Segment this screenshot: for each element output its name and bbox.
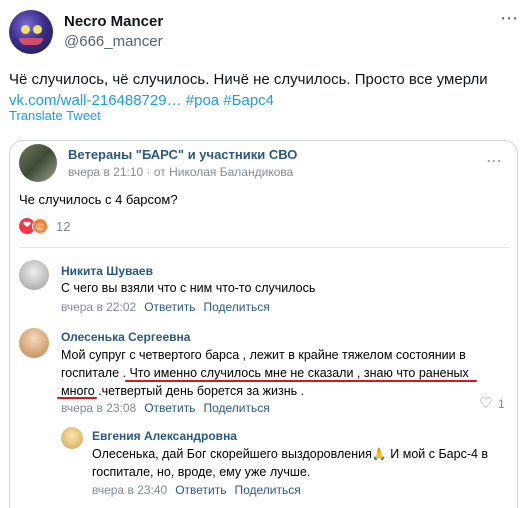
like-heart-icon: ♡ (479, 395, 493, 412)
tweet-text-line: Чё случилось, чё случилось. Ничё не случ… (9, 71, 488, 88)
red-underline (125, 380, 477, 382)
comment-text-line: Мой супруг с четвертого барса , лежит в … (61, 348, 466, 362)
comment-text-line: Олесенька, дай Бог скорейшего выздоровле… (92, 447, 489, 461)
group-name: Ветераны "БАРС" и участники СВО (68, 147, 298, 162)
more-options-icon[interactable]: ⋯ (500, 8, 519, 29)
comment-time: вчера в 23:08 (61, 401, 137, 415)
post-text: Че случилось с 4 барсом? (19, 192, 178, 207)
comment-avatar (61, 427, 83, 449)
praying-hands-icon: 🙏 (371, 447, 387, 461)
author-avatar[interactable] (9, 10, 53, 54)
comment-time: вчера в 23:40 (92, 483, 168, 497)
comment-meta: вчера в 22:02 Ответить Поделиться (61, 300, 270, 314)
share-label: Поделиться (203, 401, 270, 415)
author-name[interactable]: Necro Mancer (64, 13, 163, 30)
embedded-image[interactable]: Ветераны "БАРС" и участники СВО вчера в … (9, 140, 518, 508)
reply-label: Ответить (175, 483, 227, 497)
tweet-hashtags[interactable]: #роа #Барс4 (186, 92, 274, 109)
avatar-eye-right (33, 25, 42, 34)
comment-author: Никита Шуваев (61, 264, 153, 278)
comment-avatar (19, 260, 49, 290)
group-avatar (19, 144, 57, 182)
comment-author: Евгения Александровна (92, 429, 237, 443)
group-post-meta: вчера в 21:10 · от Николая Баландикова (68, 165, 294, 179)
reply-label: Ответить (144, 300, 196, 314)
post-more-icon: ⋯ (486, 153, 503, 170)
comment-text-line: много .четвертый день борется за жизнь . (61, 384, 305, 398)
red-underline (57, 397, 97, 399)
reply-label: Ответить (144, 401, 196, 415)
comment-meta: вчера в 23:08 Ответить Поделиться (61, 401, 270, 415)
avatar-mouth (19, 38, 43, 45)
tweet-link[interactable]: vk.com/wall-216488729… (9, 92, 182, 109)
angry-reaction-icon: 😡 (32, 218, 48, 234)
avatar-eye-left (21, 25, 30, 34)
comment-author: Олесенька Сергеевна (61, 330, 191, 344)
author-handle[interactable]: @666_mancer (64, 33, 163, 50)
comment-time: вчера в 22:02 (61, 300, 137, 314)
translate-tweet-link[interactable]: Translate Tweet (9, 108, 101, 123)
like-count: 1 (498, 397, 505, 411)
comment-text-line: госпитале, но, вроде, ему уже лучше. (92, 465, 311, 479)
comment-meta: вчера в 23:40 Ответить Поделиться (92, 483, 301, 497)
share-label: Поделиться (203, 300, 270, 314)
comment-text: С чего вы взяли что с ним что-то случило… (61, 281, 316, 295)
reaction-count: 12 (56, 219, 71, 234)
share-label: Поделиться (234, 483, 301, 497)
comment-avatar (19, 328, 49, 358)
divider (19, 247, 510, 248)
tweet-text: Чё случилось, чё случилось. Ничё не случ… (9, 69, 524, 111)
